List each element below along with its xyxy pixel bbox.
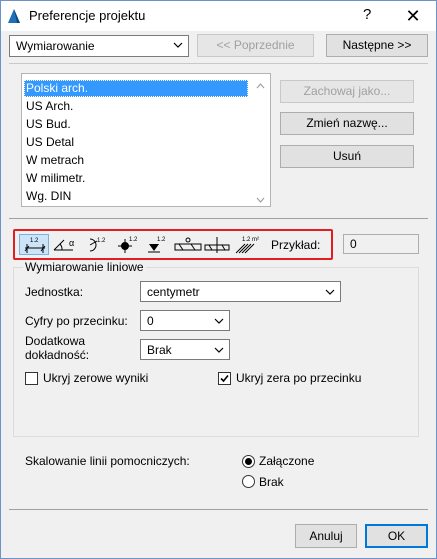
door-window-dimension-icon[interactable]	[173, 234, 203, 255]
group-title: Wymiarowanie liniowe	[23, 260, 146, 274]
linear-dimension-icon[interactable]: 1.2	[19, 234, 49, 255]
svg-text:1.2: 1.2	[97, 238, 106, 244]
preference-category-select[interactable]: Wymiarowanie	[9, 35, 189, 57]
svg-text:1.2 m²: 1.2 m²	[242, 237, 259, 243]
list-item[interactable]: US Bud.	[24, 116, 248, 133]
sill-height-icon[interactable]	[203, 234, 233, 255]
window-title: Preferencje projektu	[29, 8, 146, 23]
chevron-down-icon	[325, 289, 335, 295]
previous-button[interactable]: << Poprzednie	[197, 34, 314, 57]
scaling-on-label: Załączone	[259, 454, 315, 468]
area-calculation-icon[interactable]: 1.2 m²	[233, 234, 263, 255]
archicad-app-icon	[8, 9, 20, 23]
accuracy-label-line2: dokładność:	[25, 348, 90, 362]
delete-button[interactable]: Usuń	[280, 145, 414, 168]
decimals-select[interactable]: 0	[140, 310, 230, 331]
scroll-up-icon[interactable]	[256, 81, 265, 91]
list-item[interactable]: Polski arch.	[24, 80, 248, 97]
list-item[interactable]: Wg. DIN	[24, 188, 248, 205]
svg-text:α: α	[69, 238, 74, 248]
hide-zero-results-label: Ukryj zerowe wyniki	[43, 371, 149, 385]
chevron-down-icon	[214, 347, 224, 353]
help-button[interactable]: ?	[363, 6, 371, 23]
rename-button[interactable]: Zmień nazwę...	[280, 112, 414, 135]
chevron-down-icon	[214, 318, 224, 324]
cancel-button[interactable]: Anuluj	[295, 524, 357, 548]
list-item[interactable]: US Detal	[24, 134, 248, 151]
divider	[9, 218, 428, 219]
list-item[interactable]: W metrach	[24, 152, 248, 169]
divider	[9, 63, 428, 64]
list-item[interactable]: W milimetr.	[24, 170, 248, 187]
elevation-dimension-icon[interactable]: 1.2	[143, 234, 173, 255]
divider	[9, 509, 428, 510]
checkmark-icon	[220, 374, 229, 383]
scaling-on-radio[interactable]	[242, 455, 255, 468]
svg-text:1.2: 1.2	[30, 238, 39, 244]
radio-dot	[245, 458, 252, 465]
dimension-type-toolbar: 1.2 α 1.2 1.2 1.2 1.2 m² Przykład:	[13, 229, 333, 260]
level-dimension-icon[interactable]: 1.2	[113, 234, 143, 255]
accuracy-select[interactable]: Brak	[140, 339, 230, 360]
svg-text:1.2: 1.2	[157, 237, 166, 243]
ok-button[interactable]: OK	[365, 524, 428, 548]
accuracy-value: Brak	[147, 343, 172, 357]
preferences-dialog: Preferencje projektu ? ✕ Wymiarowanie <<…	[0, 0, 437, 559]
hide-zero-decimals-checkbox[interactable]	[218, 372, 231, 385]
hide-zero-decimals-label: Ukryj zera po przecinku	[236, 371, 362, 385]
unit-label: Jednostka:	[25, 285, 84, 299]
unit-value: centymetr	[147, 285, 200, 299]
angular-dimension-icon[interactable]: α	[51, 234, 81, 255]
scaling-off-label: Brak	[259, 475, 284, 489]
scaling-label: Skalowanie linii pomocniczych:	[25, 454, 190, 468]
decimals-label: Cyfry po przecinku:	[25, 314, 128, 328]
list-item[interactable]: US Arch.	[24, 98, 248, 115]
hide-zero-results-checkbox[interactable]	[25, 372, 38, 385]
svg-text:1.2: 1.2	[129, 237, 138, 243]
scaling-off-radio[interactable]	[242, 475, 255, 488]
save-as-button[interactable]: Zachowaj jako...	[280, 80, 414, 103]
unit-select[interactable]: centymetr	[140, 281, 341, 302]
scroll-down-icon[interactable]	[256, 195, 265, 205]
close-button[interactable]: ✕	[401, 5, 425, 27]
example-value-field: 0	[343, 234, 419, 254]
decimals-value: 0	[147, 314, 154, 328]
next-button[interactable]: Następne >>	[326, 34, 428, 57]
preset-list[interactable]: Polski arch. US Arch. US Bud. US Detal W…	[21, 73, 271, 207]
preference-category-value: Wymiarowanie	[16, 39, 95, 53]
title-bar: Preferencje projektu ? ✕	[1, 1, 436, 31]
radial-dimension-icon[interactable]: 1.2	[81, 234, 111, 255]
accuracy-label-line1: Dodatkowa	[25, 334, 86, 348]
example-label: Przykład:	[271, 238, 321, 252]
chevron-down-icon	[173, 42, 183, 48]
